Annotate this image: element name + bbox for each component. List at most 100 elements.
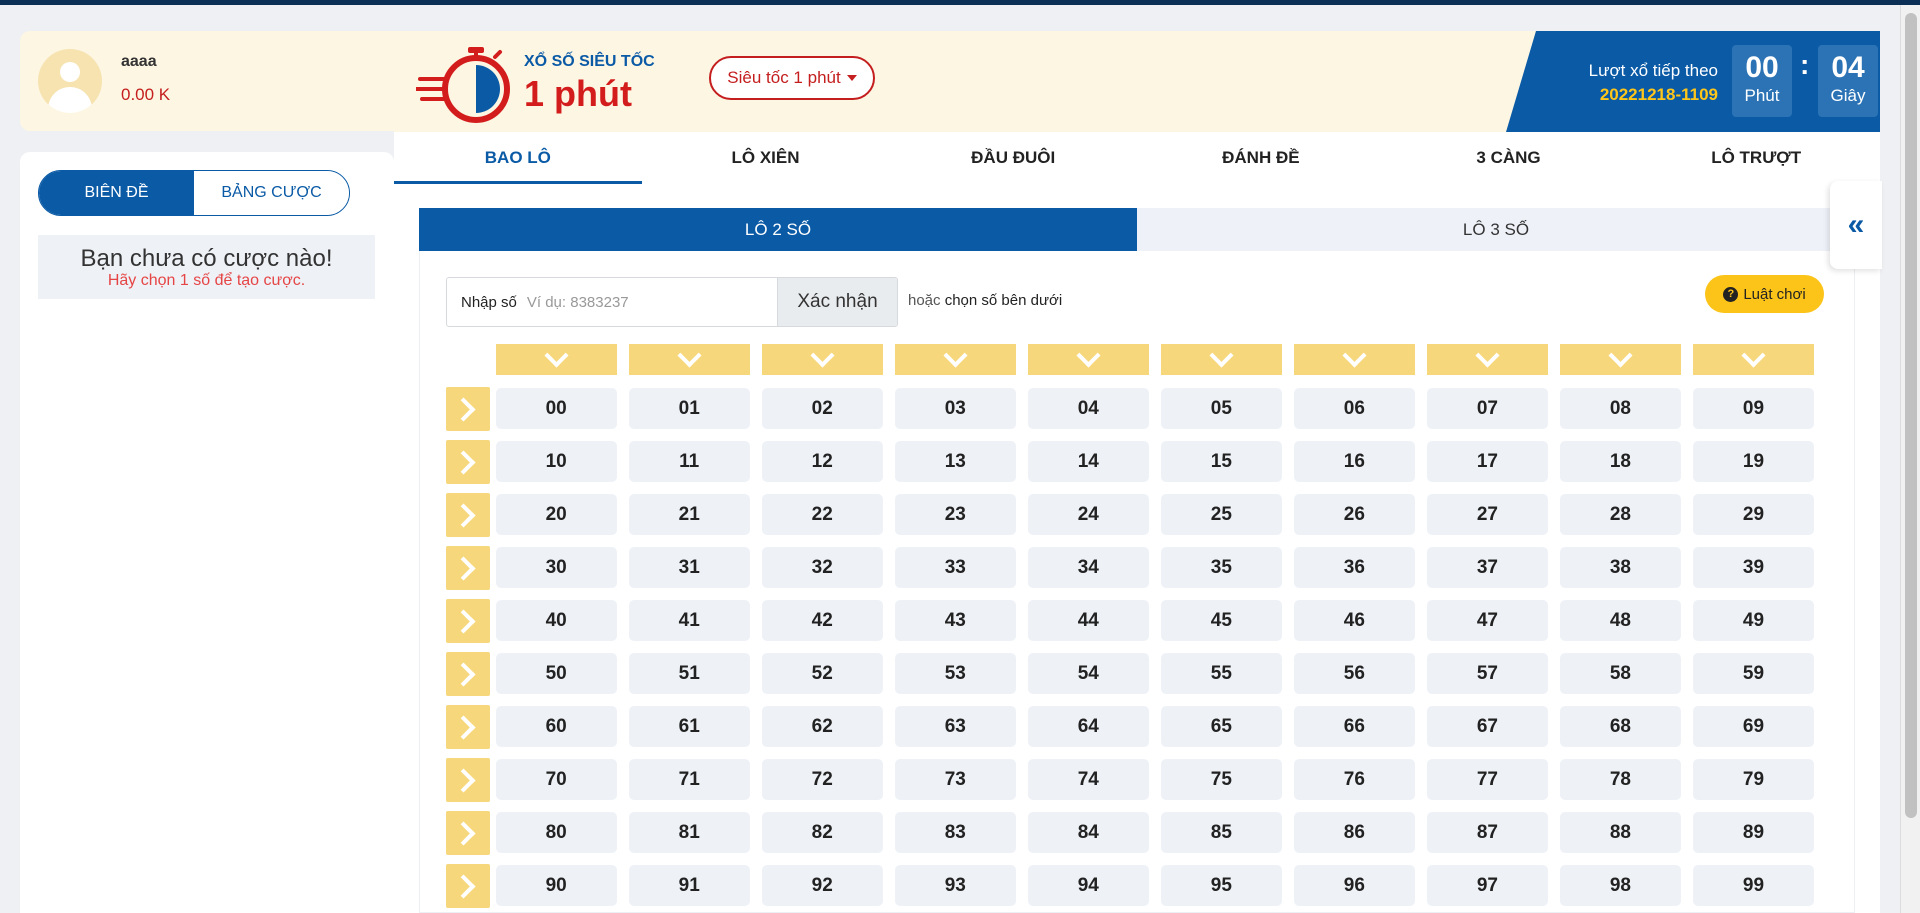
number-cell[interactable]: 70 — [495, 759, 617, 800]
number-cell[interactable]: 83 — [894, 812, 1016, 853]
number-cell[interactable]: 73 — [894, 759, 1016, 800]
number-cell[interactable]: 23 — [894, 494, 1016, 535]
number-cell[interactable]: 59 — [1692, 653, 1814, 694]
number-cell[interactable]: 32 — [761, 547, 883, 588]
subtab-lo-3-so[interactable]: LÔ 3 SỐ — [1137, 208, 1855, 251]
number-cell[interactable]: 51 — [628, 653, 750, 694]
tab-lo-xien[interactable]: LÔ XIÊN — [642, 132, 890, 184]
number-cell[interactable]: 52 — [761, 653, 883, 694]
number-cell[interactable]: 64 — [1027, 706, 1149, 747]
number-cell[interactable]: 33 — [894, 547, 1016, 588]
number-cell[interactable]: 99 — [1692, 865, 1814, 906]
column-select-button[interactable] — [629, 343, 750, 375]
number-cell[interactable]: 28 — [1559, 494, 1681, 535]
number-cell[interactable]: 96 — [1293, 865, 1415, 906]
row-select-button[interactable] — [446, 387, 490, 431]
number-cell[interactable]: 18 — [1559, 441, 1681, 482]
number-cell[interactable]: 20 — [495, 494, 617, 535]
number-cell[interactable]: 62 — [761, 706, 883, 747]
tab-3-cang[interactable]: 3 CÀNG — [1385, 132, 1633, 184]
number-cell[interactable]: 05 — [1160, 388, 1282, 429]
number-cell[interactable]: 26 — [1293, 494, 1415, 535]
column-select-button[interactable] — [1693, 343, 1814, 375]
number-cell[interactable]: 03 — [894, 388, 1016, 429]
number-cell[interactable]: 61 — [628, 706, 750, 747]
number-cell[interactable]: 11 — [628, 441, 750, 482]
number-cell[interactable]: 94 — [1027, 865, 1149, 906]
confirm-button[interactable]: Xác nhận — [777, 278, 897, 326]
number-cell[interactable]: 46 — [1293, 600, 1415, 641]
number-cell[interactable]: 10 — [495, 441, 617, 482]
number-cell[interactable]: 92 — [761, 865, 883, 906]
tab-lo-truot[interactable]: LÔ TRƯỢT — [1632, 132, 1880, 184]
number-cell[interactable]: 91 — [628, 865, 750, 906]
tab-bao-lo[interactable]: BAO LÔ — [394, 132, 642, 184]
tab-bang-cuoc[interactable]: BẢNG CƯỢC — [194, 171, 349, 215]
column-select-button[interactable] — [1560, 343, 1681, 375]
number-cell[interactable]: 44 — [1027, 600, 1149, 641]
number-cell[interactable]: 81 — [628, 812, 750, 853]
mode-dropdown[interactable]: Siêu tốc 1 phút — [709, 56, 875, 100]
number-cell[interactable]: 12 — [761, 441, 883, 482]
column-select-button[interactable] — [895, 343, 1016, 375]
number-cell[interactable]: 90 — [495, 865, 617, 906]
number-cell[interactable]: 01 — [628, 388, 750, 429]
number-cell[interactable]: 06 — [1293, 388, 1415, 429]
number-cell[interactable]: 16 — [1293, 441, 1415, 482]
number-cell[interactable]: 84 — [1027, 812, 1149, 853]
number-cell[interactable]: 97 — [1426, 865, 1548, 906]
number-cell[interactable]: 71 — [628, 759, 750, 800]
number-cell[interactable]: 74 — [1027, 759, 1149, 800]
row-select-button[interactable] — [446, 811, 490, 855]
row-select-button[interactable] — [446, 599, 490, 643]
number-cell[interactable]: 65 — [1160, 706, 1282, 747]
number-cell[interactable]: 63 — [894, 706, 1016, 747]
number-cell[interactable]: 08 — [1559, 388, 1681, 429]
number-cell[interactable]: 82 — [761, 812, 883, 853]
number-cell[interactable]: 66 — [1293, 706, 1415, 747]
number-cell[interactable]: 79 — [1692, 759, 1814, 800]
number-cell[interactable]: 80 — [495, 812, 617, 853]
side-toggle-button[interactable]: « — [1830, 181, 1882, 269]
number-cell[interactable]: 38 — [1559, 547, 1681, 588]
number-cell[interactable]: 55 — [1160, 653, 1282, 694]
row-select-button[interactable] — [446, 493, 490, 537]
row-select-button[interactable] — [446, 864, 490, 908]
number-cell[interactable]: 69 — [1692, 706, 1814, 747]
column-select-button[interactable] — [496, 343, 617, 375]
number-cell[interactable]: 54 — [1027, 653, 1149, 694]
number-cell[interactable]: 86 — [1293, 812, 1415, 853]
rules-button[interactable]: ? Luật chơi — [1705, 275, 1824, 313]
column-select-button[interactable] — [1161, 343, 1282, 375]
number-cell[interactable]: 57 — [1426, 653, 1548, 694]
number-cell[interactable]: 13 — [894, 441, 1016, 482]
number-cell[interactable]: 78 — [1559, 759, 1681, 800]
number-cell[interactable]: 00 — [495, 388, 617, 429]
scrollbar-thumb[interactable] — [1905, 13, 1917, 818]
number-cell[interactable]: 07 — [1426, 388, 1548, 429]
number-cell[interactable]: 95 — [1160, 865, 1282, 906]
number-cell[interactable]: 25 — [1160, 494, 1282, 535]
number-cell[interactable]: 67 — [1426, 706, 1548, 747]
number-cell[interactable]: 58 — [1559, 653, 1681, 694]
number-cell[interactable]: 04 — [1027, 388, 1149, 429]
number-cell[interactable]: 37 — [1426, 547, 1548, 588]
tab-bien-de[interactable]: BIÊN ĐỀ — [39, 171, 194, 215]
number-cell[interactable]: 42 — [761, 600, 883, 641]
number-cell[interactable]: 36 — [1293, 547, 1415, 588]
number-cell[interactable]: 15 — [1160, 441, 1282, 482]
number-cell[interactable]: 60 — [495, 706, 617, 747]
number-cell[interactable]: 14 — [1027, 441, 1149, 482]
number-cell[interactable]: 09 — [1692, 388, 1814, 429]
number-cell[interactable]: 77 — [1426, 759, 1548, 800]
row-select-button[interactable] — [446, 758, 490, 802]
number-cell[interactable]: 53 — [894, 653, 1016, 694]
number-cell[interactable]: 29 — [1692, 494, 1814, 535]
number-cell[interactable]: 02 — [761, 388, 883, 429]
number-input[interactable] — [524, 278, 777, 326]
number-cell[interactable]: 34 — [1027, 547, 1149, 588]
number-cell[interactable]: 49 — [1692, 600, 1814, 641]
number-cell[interactable]: 39 — [1692, 547, 1814, 588]
column-select-button[interactable] — [762, 343, 883, 375]
number-cell[interactable]: 30 — [495, 547, 617, 588]
